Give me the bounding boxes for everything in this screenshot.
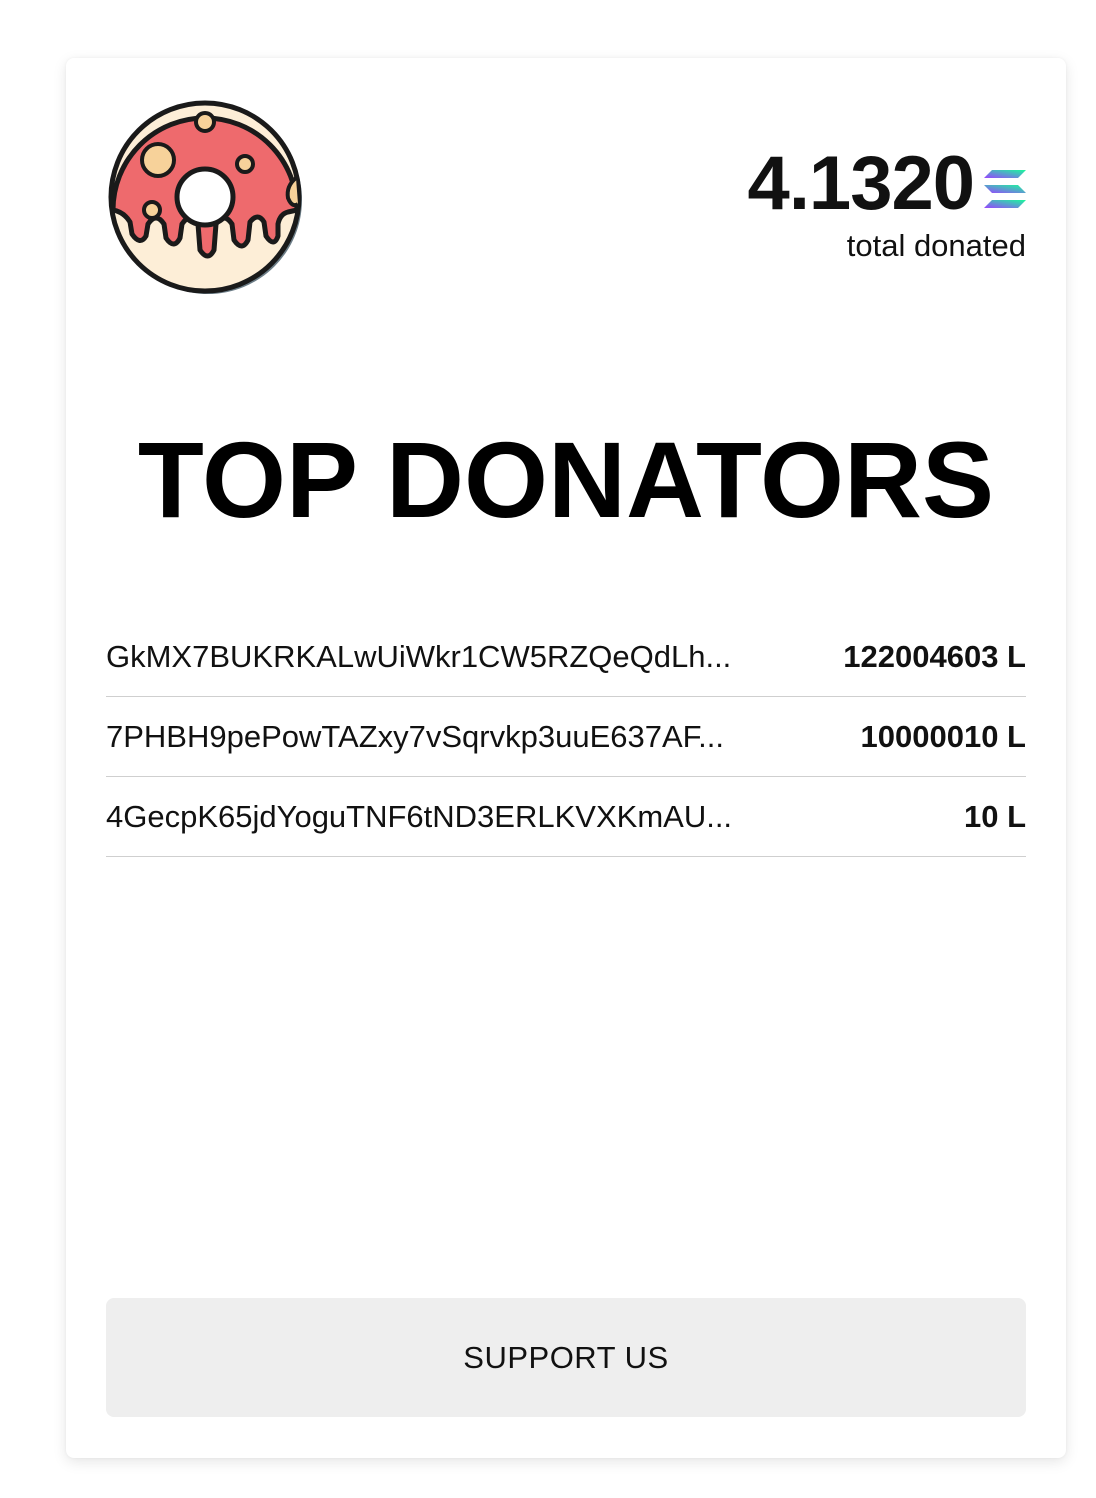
donation-card: 4.1320 total donated TOP DONATORS GkMX7B…	[66, 58, 1066, 1458]
list-item: GkMX7BUKRKALwUiWkr1CW5RZQeQdLh... 122004…	[106, 617, 1026, 697]
donor-address: GkMX7BUKRKALwUiWkr1CW5RZQeQdLh...	[106, 638, 732, 674]
donor-amount: 10 L	[963, 798, 1026, 834]
list-item: 4GecpK65jdYoguTNF6tND3ERLKVXKmAU... 10 L	[106, 777, 1026, 857]
list-item: 7PHBH9pePowTAZxy7vSqrvkp3uuE637AF... 100…	[106, 697, 1026, 777]
total-amount: 4.1320	[747, 141, 975, 226]
donor-list: GkMX7BUKRKALwUiWkr1CW5RZQeQdLh... 122004…	[106, 617, 1026, 857]
donor-address: 4GecpK65jdYoguTNF6tND3ERLKVXKmAU...	[106, 798, 733, 834]
total-donated: 4.1320 total donated	[748, 142, 1026, 264]
donut-logo-icon	[108, 100, 304, 296]
page-title: TOP DONATORS	[137, 419, 995, 540]
support-us-button[interactable]: SUPPORT US	[106, 1298, 1026, 1417]
solana-icon	[984, 170, 1026, 208]
donor-amount: 122004603 L	[843, 638, 1026, 674]
donor-amount: 10000010 L	[860, 718, 1026, 754]
total-label: total donated	[846, 228, 1026, 263]
donor-address: 7PHBH9pePowTAZxy7vSqrvkp3uuE637AF...	[106, 718, 725, 754]
